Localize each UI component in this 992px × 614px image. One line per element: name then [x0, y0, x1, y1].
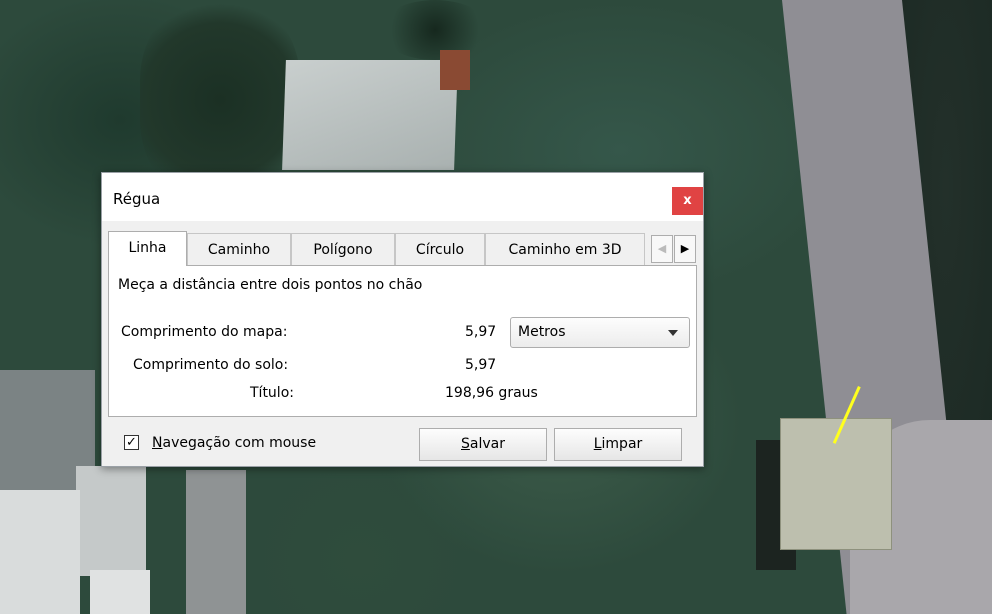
tab-bar: Linha Caminho Polígono Círculo Caminho e…: [108, 231, 698, 266]
mouse-navigation-label[interactable]: Navegação com mouse: [152, 435, 316, 451]
close-icon: x: [683, 193, 692, 208]
map-length-label: Comprimento do mapa:: [121, 324, 288, 340]
map-building-roof: [282, 60, 458, 170]
mouse-navigation-checkbox[interactable]: ✓: [124, 435, 139, 450]
tab-scroll-left-button[interactable]: ◀: [651, 235, 673, 263]
map-trees: [140, 0, 300, 200]
panel-description: Meça a distância entre dois pontos no ch…: [118, 277, 423, 293]
chevron-down-icon: [668, 330, 678, 336]
ruler-dialog: Régua x Linha Caminho Polígono Círculo C…: [101, 172, 704, 467]
save-button[interactable]: Salvar: [419, 428, 547, 461]
save-button-label: alvar: [469, 436, 505, 452]
chevron-left-icon: ◀: [657, 242, 667, 255]
ground-length-label: Comprimento do solo:: [133, 357, 289, 373]
map-length-value: 5,97: [465, 324, 497, 340]
mnemonic-s: S: [461, 436, 470, 452]
chevron-right-icon: ▶: [680, 242, 690, 255]
checkmark-icon: ✓: [126, 435, 137, 450]
map-building-roof: [0, 490, 80, 614]
heading-value: 198,96 graus: [445, 385, 538, 401]
dialog-titlebar[interactable]: Régua x: [102, 173, 703, 221]
clear-button[interactable]: Limpar: [554, 428, 682, 461]
map-trees: [380, 0, 490, 60]
clear-button-label: impar: [601, 436, 643, 452]
map-building-roof: [440, 50, 470, 90]
tab-caminho[interactable]: Caminho: [187, 233, 291, 265]
dialog-title: Régua: [113, 190, 161, 208]
mnemonic-l: L: [593, 436, 602, 452]
mnemonic-n: N: [152, 435, 163, 451]
ground-length-value: 5,97: [465, 357, 497, 373]
unit-select-value: Metros: [518, 324, 566, 340]
tab-panel-linha: Meça a distância entre dois pontos no ch…: [108, 265, 697, 417]
map-building-roof: [90, 570, 150, 614]
close-button[interactable]: x: [672, 187, 703, 215]
tab-linha[interactable]: Linha: [108, 231, 187, 266]
tab-poligono[interactable]: Polígono: [291, 233, 395, 265]
tab-caminho-3d[interactable]: Caminho em 3D: [485, 233, 645, 265]
map-road: [186, 470, 246, 614]
unit-select[interactable]: Metros: [510, 317, 690, 348]
tab-scroll-right-button[interactable]: ▶: [674, 235, 696, 263]
heading-label: Título:: [250, 385, 294, 401]
mouse-navigation-label-text: avegação com mouse: [162, 435, 317, 451]
map-building-roof: [76, 466, 146, 576]
tab-circulo[interactable]: Círculo: [395, 233, 485, 265]
